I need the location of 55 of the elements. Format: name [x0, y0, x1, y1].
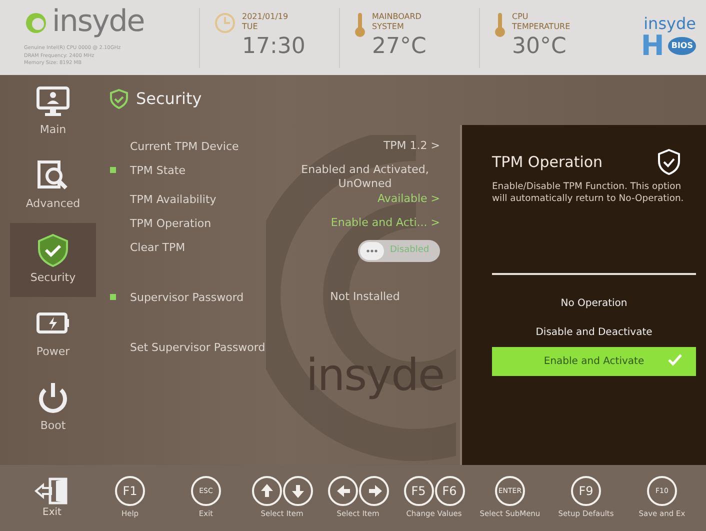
clock-icon [214, 12, 236, 34]
option-item[interactable]: Enable and Activate [492, 346, 696, 376]
setting-label[interactable]: Set Supervisor Password [130, 340, 440, 356]
widget-caption: TUE [242, 22, 259, 34]
option-item[interactable]: Disable and Deactivate [492, 318, 696, 347]
setting-value: Enabled and Activated, UnOwned [300, 163, 430, 192]
thermometer-icon [494, 12, 506, 38]
exit-button[interactable]: Exit [12, 476, 92, 520]
shield-icon [35, 233, 71, 268]
option-item[interactable]: No Operation [492, 288, 696, 318]
setting-label[interactable]: Supervisor Password [130, 290, 290, 306]
widget-value: 27°C [372, 35, 426, 60]
page-title: Security [136, 88, 202, 110]
product-logo-letter: H [640, 32, 664, 60]
widget-caption: TEMPERATURE [512, 22, 570, 34]
check-icon [668, 354, 682, 366]
arrow-key-icon[interactable] [252, 476, 282, 506]
widget-caption: CPU [512, 12, 530, 22]
sidebar-item[interactable]: Main [10, 75, 96, 149]
arrow-key-icon[interactable] [282, 476, 312, 506]
widget-caption: MAINBOARD [372, 12, 422, 22]
widget-caption: 2021/01/19 [242, 12, 290, 22]
setting-label[interactable]: TPM Operation [130, 216, 290, 232]
setting-value[interactable]: Available > [290, 192, 440, 206]
key-button[interactable]: F1 [115, 476, 145, 506]
swirl-logo-icon [24, 10, 48, 34]
widget-caption: SYSTEM [372, 22, 405, 34]
widget-value: 30°C [512, 35, 568, 60]
sidebar-item[interactable]: Security [10, 223, 96, 297]
setting-value: Not Installed [329, 290, 401, 304]
thermometer-icon [354, 12, 366, 38]
setting-label[interactable]: Current TPM Device [130, 139, 290, 156]
setting-label[interactable]: TPM State [130, 163, 290, 180]
sidebar-item[interactable]: Power [10, 297, 96, 371]
key-button[interactable]: F6 [434, 476, 464, 506]
key-button[interactable]: F5 [404, 476, 434, 506]
brand-logo: insyde [52, 7, 144, 38]
panel-description: Enable/Disable TPM Function. This option will automatically return to No-Operation. [492, 181, 685, 205]
dots-icon [366, 248, 378, 253]
sidebar-item[interactable]: Advanced [10, 149, 96, 223]
setting-label[interactable]: TPM Availability [130, 192, 290, 208]
key-button[interactable]: F9 [571, 476, 601, 506]
sidebar-item[interactable]: Boot [10, 371, 96, 445]
setting-label[interactable]: Clear TPM [130, 240, 358, 256]
setting-value[interactable]: Enable and Acti... > [290, 216, 440, 230]
product-logo-text: insyde [642, 16, 696, 32]
shield-check-icon [658, 149, 680, 175]
product-logo-badge: BIOS [668, 36, 696, 54]
arrow-key-icon[interactable] [328, 476, 358, 506]
widget-value: 17:30 [242, 35, 306, 60]
exit-door-icon [34, 476, 70, 504]
shield-icon [110, 89, 128, 109]
panel-title: TPM Operation [492, 152, 603, 173]
setting-value: TPM 1.2 > [382, 139, 440, 154]
arrow-key-icon[interactable] [358, 476, 388, 506]
